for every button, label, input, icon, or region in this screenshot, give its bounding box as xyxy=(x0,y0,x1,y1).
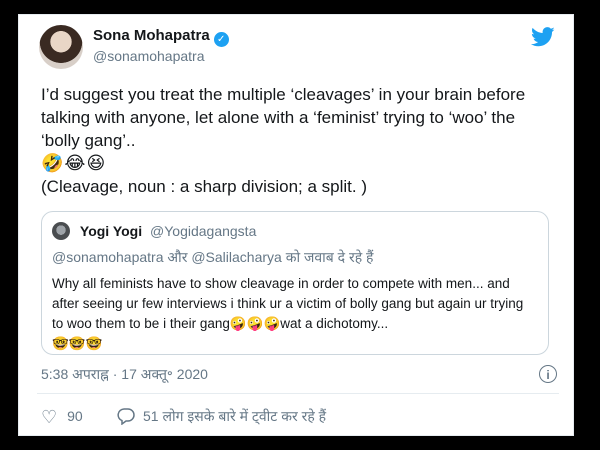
author-name[interactable]: Sona Mohapatra ✓ xyxy=(93,27,229,47)
tweet-line-definition: (Cleavage, noun : a sharp division; a sp… xyxy=(41,177,368,196)
reply-to-suffix: को जवाब दे रहे हैं xyxy=(281,249,374,265)
people-talking-link[interactable]: 51 लोग इसके बारे में ट्वीट कर रहे हैं xyxy=(117,407,326,426)
quoted-tweet-text: Why all feminists have to show cleavage … xyxy=(52,274,538,354)
author-name-text[interactable]: Sona Mohapatra xyxy=(93,27,210,44)
like-button[interactable]: ♡ 90 xyxy=(41,407,83,428)
speech-bubble-icon xyxy=(117,408,135,425)
quoted-tweet-header: Yogi Yogi @Yogidagangsta xyxy=(52,222,256,240)
author-handle[interactable]: @sonamohapatra xyxy=(93,48,205,64)
quoted-tweet[interactable]: Yogi Yogi @Yogidagangsta @sonamohapatra … xyxy=(41,211,549,355)
tweet-line-main: I’d suggest you treat the multiple ‘clea… xyxy=(41,85,526,150)
heart-icon: ♡ xyxy=(41,407,58,427)
quoted-author-name: Yogi Yogi xyxy=(79,223,143,239)
replying-to-line: @sonamohapatra और @Salilacharya को जवाब … xyxy=(52,248,373,267)
verified-badge-icon: ✓ xyxy=(213,32,229,47)
quoted-emoji-line: 🤓🤓🤓 xyxy=(52,336,103,351)
people-talking-text: 51 लोग इसके बारे में ट्वीट कर रहे हैं xyxy=(143,408,327,424)
tweet-card: Sona Mohapatra ✓ @sonamohapatra I’d sugge… xyxy=(18,14,574,436)
tweet-actions: ♡ 90 51 लोग इसके बारे में ट्वीट कर रहे है… xyxy=(41,407,557,429)
reply-to-joiner: और xyxy=(163,249,192,265)
quoted-avatar xyxy=(52,222,70,240)
reply-to-mention-1[interactable]: @sonamohapatra xyxy=(52,249,164,265)
like-count: 90 xyxy=(67,408,83,424)
info-icon[interactable]: i xyxy=(539,365,557,383)
tweet-text: I’d suggest you treat the multiple ‘clea… xyxy=(41,83,557,198)
avatar[interactable] xyxy=(39,25,83,69)
tweet-header: Sona Mohapatra ✓ @sonamohapatra xyxy=(37,21,559,77)
divider xyxy=(37,393,559,394)
tweet-emoji-line: 🤣😂😆 xyxy=(41,153,107,173)
tweet-timestamp[interactable]: 5:38 अपराह्न · 17 अक्तू॰ 2020 xyxy=(41,365,208,384)
quoted-text: Why all feminists have to show cleavage … xyxy=(52,276,524,331)
twitter-bird-icon[interactable] xyxy=(531,27,555,47)
reply-to-mention-2[interactable]: @Salilacharya xyxy=(191,249,281,265)
quoted-author-handle: @Yogidagangsta xyxy=(150,223,257,239)
